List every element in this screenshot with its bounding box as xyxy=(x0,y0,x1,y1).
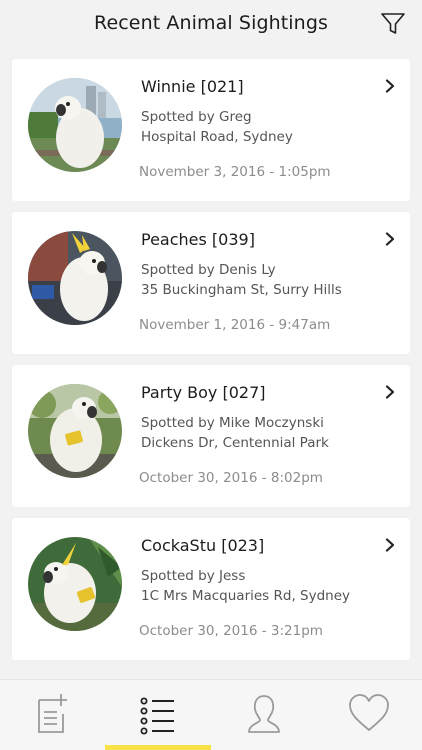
new-report-icon xyxy=(37,694,67,733)
animal-name: Winnie [021] xyxy=(141,77,244,96)
page-title: Recent Animal Sightings xyxy=(94,12,328,34)
sighting-datetime: November 3, 2016 - 1:05pm xyxy=(139,164,331,180)
sighting-location: Hospital Road, Sydney xyxy=(141,129,293,145)
spotted-by: Spotted by Denis Ly xyxy=(141,262,276,278)
sighting-card[interactable]: CockaStu [023] Spotted by Jess 1C Mrs Ma… xyxy=(12,518,410,660)
sighting-location: Dickens Dr, Centennial Park xyxy=(141,435,329,451)
animal-photo xyxy=(28,78,122,172)
sighting-datetime: November 1, 2016 - 9:47am xyxy=(139,317,331,333)
chevron-right-icon xyxy=(385,538,395,552)
header-bar: Recent Animal Sightings xyxy=(0,0,422,50)
animal-name: Party Boy [027] xyxy=(141,383,266,402)
tab-favorites[interactable] xyxy=(317,680,422,750)
spotted-by: Spotted by Greg xyxy=(141,109,252,125)
profile-icon xyxy=(247,695,280,733)
sighting-datetime: October 30, 2016 - 3:21pm xyxy=(139,623,323,639)
heart-icon xyxy=(349,694,390,731)
sighting-datetime: October 30, 2016 - 8:02pm xyxy=(139,470,323,486)
tab-list[interactable] xyxy=(106,680,212,750)
filter-icon xyxy=(381,13,405,34)
spotted-by: Spotted by Jess xyxy=(141,568,246,584)
chevron-right-icon xyxy=(385,79,395,93)
animal-photo xyxy=(28,537,122,631)
sightings-list: Winnie [021] Spotted by Greg Hospital Ro… xyxy=(12,59,410,671)
animal-name: Peaches [039] xyxy=(141,230,255,249)
list-icon xyxy=(140,697,175,735)
sighting-card[interactable]: Winnie [021] Spotted by Greg Hospital Ro… xyxy=(12,59,410,201)
tab-profile[interactable] xyxy=(211,680,317,750)
sighting-location: 35 Buckingham St, Surry Hills xyxy=(141,282,342,298)
tab-bar xyxy=(0,679,422,750)
sighting-card[interactable]: Peaches [039] Spotted by Denis Ly 35 Buc… xyxy=(12,212,410,354)
spotted-by: Spotted by Mike Moczynski xyxy=(141,415,324,431)
tab-new-report[interactable] xyxy=(0,680,106,750)
animal-name: CockaStu [023] xyxy=(141,536,265,555)
animal-photo xyxy=(28,384,122,478)
animal-photo xyxy=(28,231,122,325)
chevron-right-icon xyxy=(385,232,395,246)
sighting-location: 1C Mrs Macquaries Rd, Sydney xyxy=(141,588,351,604)
chevron-right-icon xyxy=(385,385,395,399)
sighting-card[interactable]: Party Boy [027] Spotted by Mike Moczynsk… xyxy=(12,365,410,507)
filter-button[interactable] xyxy=(380,12,406,36)
active-tab-indicator xyxy=(105,745,211,750)
